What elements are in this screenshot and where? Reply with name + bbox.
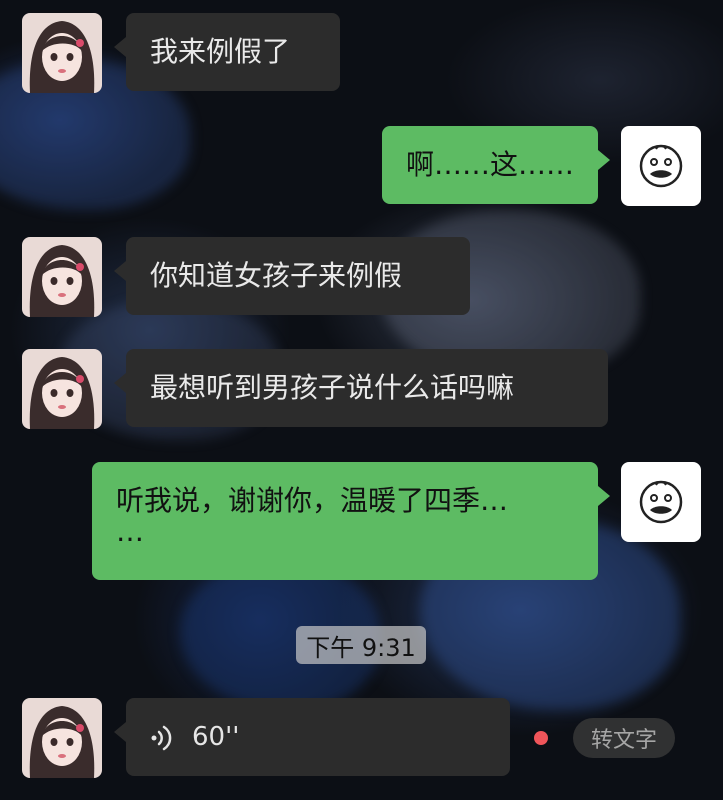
contact-avatar[interactable] (22, 698, 102, 778)
contact-avatar[interactable] (22, 349, 102, 429)
message-bubble[interactable]: 最想听到男孩子说什么话吗嘛 (114, 349, 608, 427)
user-avatar[interactable] (621, 126, 701, 206)
message-bubble[interactable]: 我来例假了 (114, 13, 340, 91)
contact-avatar[interactable] (22, 237, 102, 317)
message-text-line: 听我说，谢谢你，温暖了四季… (116, 484, 509, 517)
convert-to-text-button[interactable]: 转文字 (573, 718, 675, 758)
contact-avatar[interactable] (22, 13, 102, 93)
cartoon-face-icon (639, 144, 683, 188)
message-text-line: … (116, 515, 144, 548)
cartoon-face-icon (639, 480, 683, 524)
message-bubble[interactable]: 你知道女孩子来例假 (114, 237, 470, 315)
timestamp: 下午 9:31 (296, 626, 426, 664)
message-bubble[interactable]: 啊……这…… (382, 126, 610, 204)
voice-wave-icon (151, 725, 172, 751)
user-avatar[interactable] (621, 462, 701, 542)
message-text: 啊……这…… (406, 148, 575, 181)
message-text: 你知道女孩子来例假 (150, 259, 403, 292)
message-text: 我来例假了 (150, 35, 291, 68)
voice-duration: 60'' (192, 722, 240, 752)
unread-dot (534, 731, 548, 745)
voice-message-bubble[interactable]: 60'' (114, 698, 510, 776)
message-bubble[interactable]: 听我说，谢谢你，温暖了四季… … (92, 462, 610, 580)
message-text: 最想听到男孩子说什么话吗嘛 (150, 371, 515, 404)
